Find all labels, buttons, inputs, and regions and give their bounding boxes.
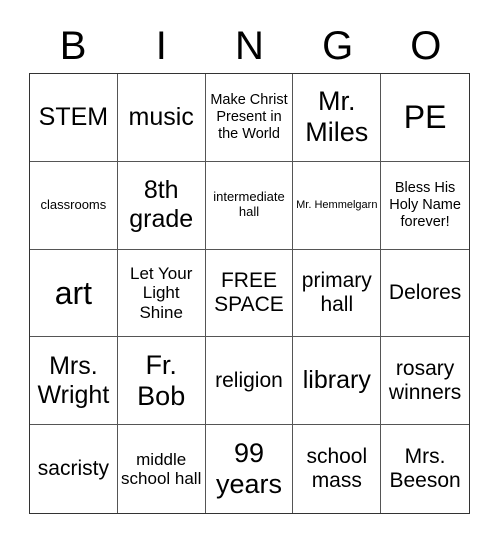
bingo-cell[interactable]: Mrs. Beeson (381, 425, 469, 513)
header-letter-o: O (410, 24, 442, 68)
header-letter-b: B (59, 24, 87, 68)
bingo-cell[interactable]: sacristy (30, 425, 118, 513)
bingo-cell[interactable]: Delores (381, 250, 469, 338)
bingo-cell[interactable]: art (30, 249, 118, 338)
header-letter-i: I (155, 24, 167, 68)
free-space-cell[interactable]: FREE SPACE (205, 249, 294, 338)
bingo-cell[interactable]: 8th grade (117, 161, 206, 250)
bingo-cell[interactable]: library (293, 337, 382, 426)
bingo-cell[interactable]: Fr. Bob (117, 337, 206, 426)
header-letter-g: G (322, 24, 354, 68)
bingo-cell[interactable]: PE (381, 74, 469, 162)
bingo-cell[interactable]: Mr. Hemmelgarn (293, 161, 382, 250)
bingo-cell[interactable]: rosary winners (381, 337, 469, 426)
bingo-header: B I N G O (29, 20, 470, 72)
bingo-cell[interactable]: music (117, 74, 206, 162)
bingo-cell[interactable]: school mass (293, 425, 382, 513)
bingo-cell[interactable]: primary hall (293, 249, 382, 338)
bingo-cell[interactable]: intermediate hall (205, 161, 294, 250)
bingo-cell[interactable]: classrooms (30, 161, 118, 250)
header-letter-n: N (235, 24, 264, 68)
bingo-cell[interactable]: Bless His Holy Name forever! (381, 162, 469, 250)
bingo-cell[interactable]: Make Christ Present in the World (205, 74, 294, 162)
bingo-cell[interactable]: Mrs. Wright (30, 337, 118, 426)
bingo-cell[interactable]: 99 years (206, 425, 294, 513)
bingo-card-grid: STEM music Make Christ Present in the Wo… (29, 73, 470, 514)
bingo-cell[interactable]: Let Your Light Shine (117, 249, 206, 338)
bingo-cell[interactable]: STEM (30, 74, 118, 162)
bingo-cell[interactable]: Mr. Miles (293, 74, 382, 162)
bingo-cell[interactable]: religion (205, 337, 294, 426)
bingo-cell[interactable]: middle school hall (118, 425, 206, 513)
